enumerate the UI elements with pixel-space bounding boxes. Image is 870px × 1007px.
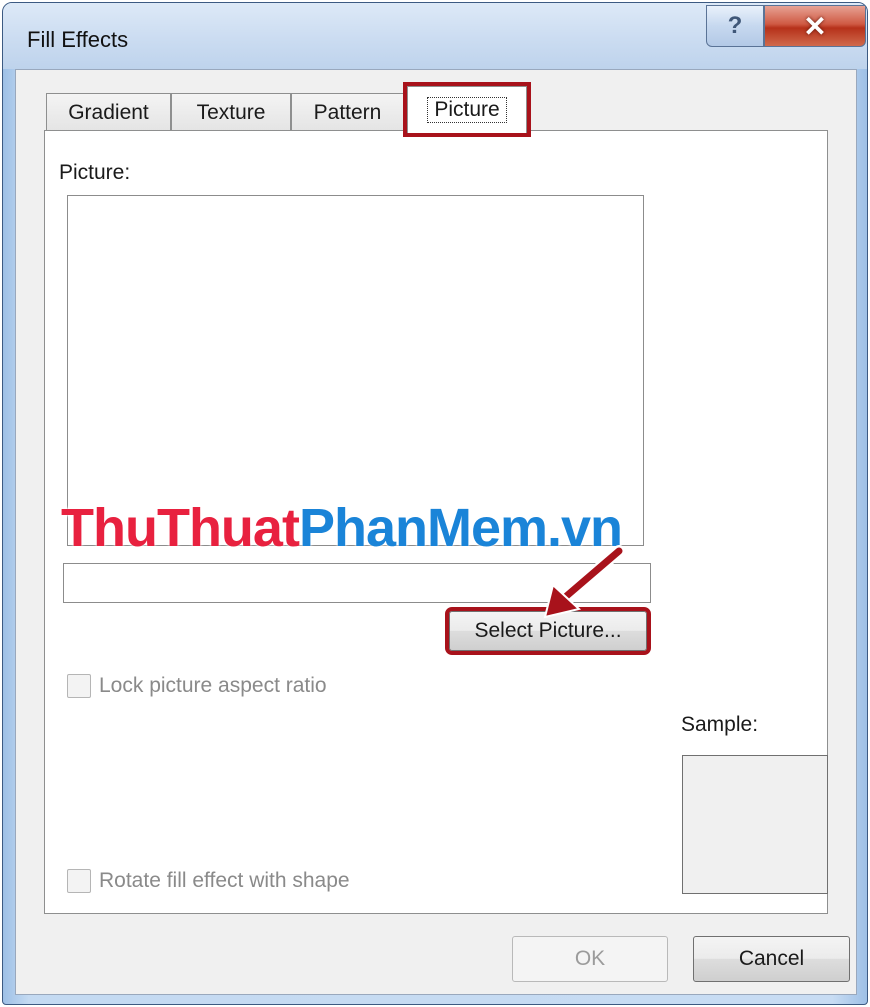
dialog-client-area: Gradient Texture Pattern Picture Picture…: [15, 69, 857, 995]
tab-texture[interactable]: Texture: [171, 93, 291, 131]
rotate-fill-row: Rotate fill effect with shape: [67, 869, 350, 893]
tab-pattern-label: Pattern: [313, 100, 382, 124]
cancel-label: Cancel: [738, 947, 805, 970]
picture-tab-panel: Picture: ThuThuatPhanMem.vn Select Pictu…: [44, 130, 828, 914]
annotation-arrow-icon: [543, 545, 625, 619]
fill-effects-dialog: Fill Effects ? ✕ Gradient Texture Patter…: [2, 2, 868, 1005]
watermark-part1: ThuThuat: [61, 498, 300, 558]
window-title: Fill Effects: [27, 27, 129, 52]
lock-aspect-label: Lock picture aspect ratio: [99, 674, 327, 697]
tab-gradient[interactable]: Gradient: [46, 93, 171, 131]
rotate-fill-label: Rotate fill effect with shape: [99, 869, 350, 892]
help-icon: ?: [727, 12, 743, 39]
tab-gradient-label: Gradient: [68, 100, 149, 124]
sample-label: Sample:: [681, 713, 759, 736]
lock-aspect-row: Lock picture aspect ratio: [67, 674, 327, 698]
ok-label: OK: [574, 947, 606, 970]
tab-pattern[interactable]: Pattern: [291, 93, 404, 131]
cancel-button[interactable]: Cancel: [693, 936, 850, 982]
tab-picture[interactable]: Picture: [403, 82, 531, 137]
lock-aspect-checkbox[interactable]: [67, 674, 91, 698]
help-button[interactable]: ?: [706, 5, 764, 47]
watermark-logo: ThuThuatPhanMem.vn: [61, 497, 623, 559]
close-button[interactable]: ✕: [764, 5, 866, 47]
close-icon: ✕: [803, 10, 827, 42]
title-bar: Fill Effects ? ✕: [3, 3, 867, 69]
ok-button[interactable]: OK: [512, 936, 668, 982]
tab-texture-label: Texture: [196, 100, 266, 124]
picture-preview: [67, 195, 644, 546]
rotate-fill-checkbox[interactable]: [67, 869, 91, 893]
sample-preview: [682, 755, 828, 894]
tab-picture-label: Picture: [427, 97, 507, 123]
picture-label: Picture:: [59, 161, 131, 184]
